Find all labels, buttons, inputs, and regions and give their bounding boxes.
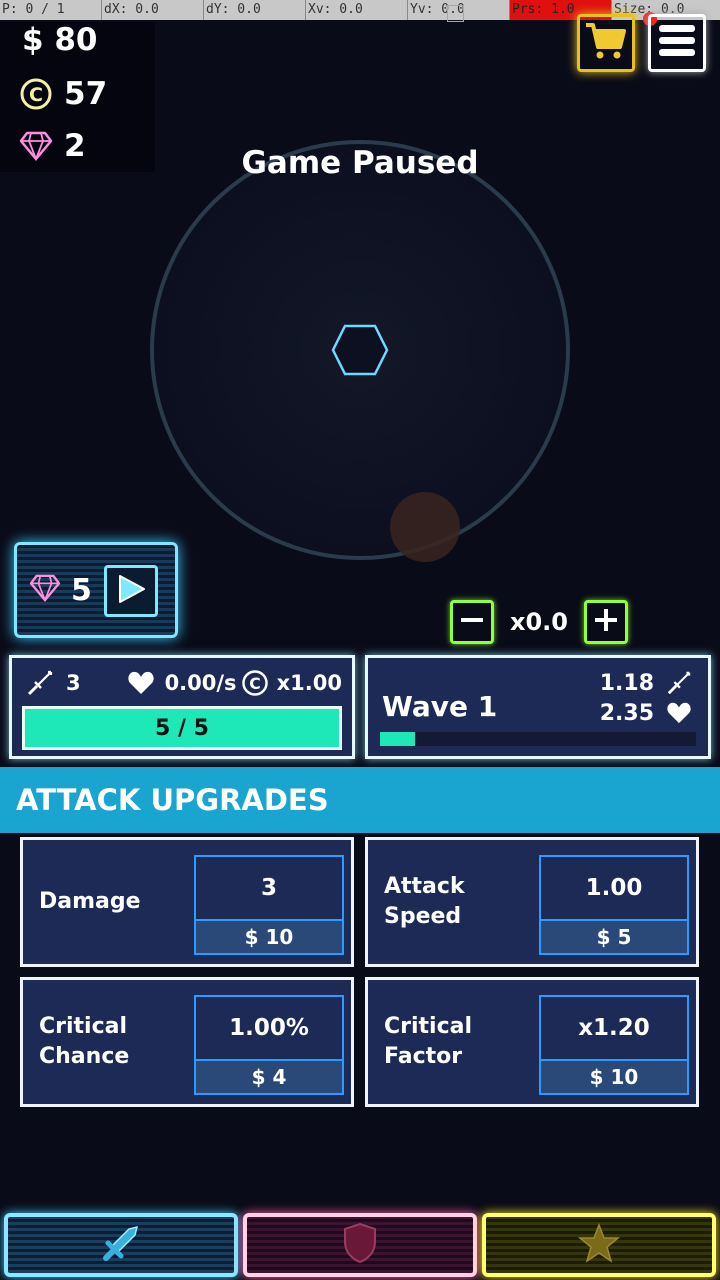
minus-icon (459, 607, 485, 637)
shield-icon (342, 1222, 378, 1268)
upgrade-buy-button[interactable]: 1.00% $ 4 (194, 995, 344, 1095)
shop-button[interactable] (577, 14, 635, 72)
enemy-ghost (390, 492, 460, 562)
wave-progress-bar (380, 732, 696, 746)
debug-dy: dY: 0.0 (204, 0, 306, 20)
upgrade-cost: $ 4 (196, 1059, 342, 1093)
upgrade-value: 1.00% (229, 1015, 309, 1041)
gem-offer-value: 5 (71, 572, 92, 608)
diamond-icon (29, 574, 61, 606)
debug-dx: dX: 0.0 (102, 0, 204, 20)
heart-icon (127, 670, 155, 696)
wave-progress-fill (380, 732, 415, 746)
tab-attack[interactable] (4, 1213, 238, 1277)
heart-icon (667, 702, 691, 724)
speed-value: x0.0 (510, 608, 568, 636)
upgrade-card-attack-speed[interactable]: Attack Speed 1.00 $ 5 (365, 837, 699, 967)
coin-icon: C (241, 669, 269, 697)
touch-marker (447, 5, 464, 22)
wave-panel: Wave 1 1.18 2.35 (365, 655, 711, 759)
tab-defense[interactable] (243, 1213, 477, 1277)
upgrade-name: Damage (39, 889, 141, 914)
enemy-health-value: 2.35 (599, 700, 654, 726)
tower-health-value: 5 / 5 (155, 715, 209, 741)
sword-icon (101, 1223, 141, 1267)
upgrade-card-critical-chance[interactable]: Critical Chance 1.00% $ 4 (20, 977, 354, 1107)
upgrade-name: Critical Chance (39, 1014, 130, 1069)
star-icon (577, 1222, 621, 1267)
tower-coin-multiplier: x1.00 (276, 671, 342, 695)
speed-decrease-button[interactable] (450, 600, 494, 644)
upgrade-name: Attack Speed (384, 874, 465, 929)
wave-title: Wave 1 (382, 690, 498, 723)
tower-regen-value: 0.00/s (164, 671, 237, 695)
gem-offer-button[interactable]: 5 (14, 542, 178, 638)
tower-damage-value: 3 (66, 671, 81, 695)
menu-button[interactable] (648, 14, 706, 72)
speed-increase-button[interactable] (584, 600, 628, 644)
upgrade-value: 3 (260, 875, 277, 901)
cash-display: $ 80 (18, 22, 98, 58)
game-paused-label: Game Paused (241, 145, 479, 181)
upgrade-buy-button[interactable]: x1.20 $ 10 (539, 995, 689, 1095)
tower-health-bar: 5 / 5 (22, 706, 342, 750)
upgrade-value: 1.00 (585, 875, 643, 901)
section-header: ATTACK UPGRADES (0, 767, 720, 833)
coin-value: 57 (64, 76, 108, 112)
tower-stats-panel: 3 0.00/s C x1.00 5 / 5 (9, 655, 355, 759)
enemy-damage-value: 1.18 (599, 670, 654, 696)
svg-text:C: C (249, 674, 260, 693)
upgrade-card-damage[interactable]: Damage 3 $ 10 (20, 837, 354, 967)
speed-control: x0.0 (450, 600, 628, 644)
upgrade-value: x1.20 (578, 1015, 650, 1041)
cash-value: $ 80 (22, 22, 98, 58)
cart-icon (584, 21, 628, 65)
plus-icon (593, 607, 619, 637)
tab-utility[interactable] (482, 1213, 716, 1277)
debug-pointer: P: 0 / 1 (0, 0, 102, 20)
play-ad-button[interactable] (104, 565, 158, 617)
sword-icon (26, 669, 54, 697)
upgrade-cost: $ 10 (541, 1059, 687, 1093)
upgrade-buy-button[interactable]: 3 $ 10 (194, 855, 344, 955)
upgrade-cost: $ 5 (541, 919, 687, 953)
sword-icon (667, 671, 691, 695)
upgrade-cost: $ 10 (196, 919, 342, 953)
upgrade-card-critical-factor[interactable]: Critical Factor x1.20 $ 10 (365, 977, 699, 1107)
coin-display: C 57 (18, 76, 107, 112)
svg-text:C: C (29, 84, 43, 106)
section-title: ATTACK UPGRADES (16, 783, 329, 817)
tower-hexagon-icon[interactable] (330, 323, 390, 381)
debug-xv: Xv: 0.0 (306, 0, 408, 20)
coin-icon: C (18, 77, 54, 111)
play-icon (115, 573, 147, 609)
upgrade-name: Critical Factor (384, 1014, 473, 1069)
upgrade-buy-button[interactable]: 1.00 $ 5 (539, 855, 689, 955)
hamburger-icon (657, 23, 697, 63)
